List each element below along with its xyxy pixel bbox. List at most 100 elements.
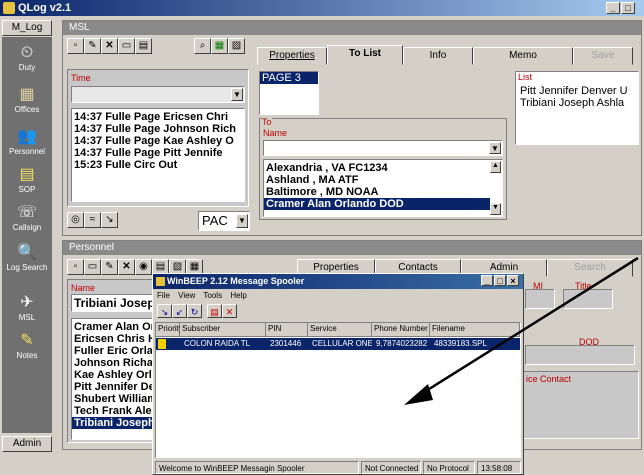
personnel-item[interactable]: Fuller Eric Orla bbox=[72, 345, 154, 357]
dod-field[interactable] bbox=[525, 345, 635, 365]
col-priority[interactable]: Priority bbox=[156, 323, 183, 337]
list-item[interactable]: Tribiani Joseph Ashla bbox=[518, 97, 638, 109]
to-name-item[interactable]: Ashland , MA ATF bbox=[264, 174, 502, 186]
to-name-item[interactable]: Cramer Alan Orlando DOD bbox=[264, 198, 490, 210]
pac-select[interactable]: PAC ▼ bbox=[198, 211, 250, 231]
to-name-list[interactable]: Alexandria , VA FC1234 Ashland , MA ATF … bbox=[263, 159, 503, 217]
personnel-name-input[interactable]: Tribiani Joseph bbox=[71, 294, 162, 312]
winbeep-minimize-button[interactable]: _ bbox=[481, 275, 493, 286]
log-back-button[interactable]: ◎ bbox=[67, 212, 84, 228]
log-row[interactable]: 14:37 Fulle Page Johnson Rich bbox=[72, 123, 244, 135]
menu-file[interactable]: File bbox=[157, 291, 170, 300]
personnel-item[interactable]: Shubert William bbox=[72, 393, 154, 405]
list-item[interactable]: Pitt Jennifer Denver U bbox=[518, 85, 638, 97]
tab-memo[interactable]: Memo bbox=[473, 47, 573, 65]
log-list[interactable]: 14:37 Fulle Page Ericsen Chri 14:37 Full… bbox=[71, 108, 245, 202]
winbeep-maximize-button[interactable]: □ bbox=[494, 275, 506, 286]
print-button[interactable]: ▦ bbox=[211, 38, 228, 54]
new-doc-button[interactable]: ▫ bbox=[67, 38, 84, 54]
tab-save[interactable]: Save bbox=[573, 47, 633, 65]
nav-item-notes[interactable]: ✎ Notes bbox=[2, 331, 52, 360]
cell-subscriber: COLON RAIDA TL bbox=[184, 339, 251, 348]
menu-help[interactable]: Help bbox=[230, 291, 246, 300]
edit-button[interactable]: ✎ bbox=[84, 38, 101, 54]
to-list-scroll-down[interactable]: ▼ bbox=[490, 203, 501, 215]
to-name-input[interactable]: ▼ bbox=[263, 140, 503, 156]
refresh-button[interactable]: ↻ bbox=[187, 304, 202, 318]
tab-label: Info bbox=[429, 50, 447, 61]
tab-properties[interactable]: Properties bbox=[257, 47, 327, 65]
edit-button[interactable]: ✎ bbox=[101, 259, 118, 275]
col-filename[interactable]: Filename bbox=[430, 323, 520, 337]
spool-row[interactable]: COLON RAIDA TL 2301446 CELLULAR ONE 9,78… bbox=[156, 338, 520, 350]
export-button[interactable]: ▧ bbox=[228, 38, 245, 54]
personnel-item[interactable]: Johnson Richa bbox=[72, 357, 154, 369]
page-item[interactable]: PAGE 3 bbox=[260, 72, 318, 84]
time-panel: Time ▼ 14:37 Fulle Page Ericsen Chri 14:… bbox=[67, 69, 249, 207]
send-button[interactable]: ↘ bbox=[157, 304, 172, 318]
col-subscriber[interactable]: Subscriber bbox=[180, 323, 266, 337]
open-button[interactable]: ▭ bbox=[84, 259, 101, 275]
to-name-item[interactable]: Alexandria , VA FC1234 bbox=[264, 162, 502, 174]
log-sort-button[interactable]: ≈ bbox=[84, 212, 101, 228]
maximize-button[interactable]: □ bbox=[621, 2, 635, 14]
menu-tools[interactable]: Tools bbox=[203, 291, 222, 300]
to-name-item[interactable]: Baltimore , MD NOAA bbox=[264, 186, 502, 198]
nav-item-msl[interactable]: ✈ MSL bbox=[2, 293, 52, 322]
search-button[interactable]: ⌕ bbox=[194, 38, 211, 54]
log-row[interactable]: 14:37 Fulle Page Pitt Jennife bbox=[72, 147, 244, 159]
log-row[interactable]: 15:23 Fulle Circ Out bbox=[72, 159, 244, 171]
time-dropdown-arrow[interactable]: ▼ bbox=[231, 88, 243, 101]
name-label: Name bbox=[263, 128, 288, 138]
paste-button[interactable]: ▤ bbox=[135, 38, 152, 54]
to-name-arrow[interactable]: ▼ bbox=[489, 142, 501, 154]
col-phone[interactable]: Phone Number bbox=[372, 323, 430, 337]
list-panel[interactable]: List Pitt Jennifer Denver U Tribiani Jos… bbox=[515, 71, 639, 145]
receive-button[interactable]: ↙ bbox=[172, 304, 187, 318]
nav-item-duty[interactable]: ⏲ Duty bbox=[2, 43, 52, 72]
personnel-item[interactable]: Cramer Alan Or bbox=[72, 321, 154, 333]
personnel-item[interactable]: Tribiani Joseph bbox=[72, 417, 154, 429]
personnel-name-list[interactable]: Cramer Alan Or Ericsen Chris H Fuller Er… bbox=[71, 318, 155, 440]
pac-dropdown-arrow[interactable]: ▼ bbox=[236, 214, 248, 228]
title-field[interactable] bbox=[563, 289, 613, 309]
tab-search[interactable]: Search bbox=[547, 259, 633, 277]
time-dropdown[interactable]: ▼ bbox=[71, 86, 245, 103]
queue-button[interactable]: ▤ bbox=[207, 304, 222, 318]
personnel-item[interactable]: Tech Frank Ale bbox=[72, 405, 154, 417]
delete-button[interactable]: ✕ bbox=[118, 259, 135, 275]
personnel-item[interactable]: Pitt Jennifer De bbox=[72, 381, 154, 393]
binoculars-button[interactable]: ◉ bbox=[135, 259, 152, 275]
admin-button[interactable]: Admin bbox=[2, 436, 52, 452]
tab-info[interactable]: Info bbox=[403, 47, 473, 65]
nav-tab[interactable]: M_Log bbox=[2, 20, 52, 36]
personnel-item[interactable]: Kae Ashley Orla bbox=[72, 369, 154, 381]
winbeep-close-button[interactable]: × bbox=[507, 275, 519, 286]
log-row[interactable]: 14:37 Fulle Page Kae Ashley O bbox=[72, 135, 244, 147]
tab-label: Search bbox=[574, 262, 606, 273]
new-doc-button[interactable]: ▫ bbox=[67, 259, 84, 275]
nav-label: Duty bbox=[18, 63, 36, 72]
page-list[interactable]: PAGE 3 bbox=[259, 71, 319, 115]
col-service[interactable]: Service bbox=[308, 323, 372, 337]
nav-item-sop[interactable]: ▤ SOP bbox=[2, 165, 52, 194]
tab-to-list[interactable]: To List bbox=[327, 45, 403, 65]
status-welcome: Welcome to WinBEEP Messagin Spooler bbox=[155, 461, 359, 474]
nav-item-personnel[interactable]: 👥 Personnel bbox=[2, 127, 52, 156]
minimize-button[interactable]: _ bbox=[606, 2, 620, 14]
to-list-scroll-up[interactable]: ▲ bbox=[490, 161, 501, 173]
log-row[interactable]: 14:37 Fulle Page Ericsen Chri bbox=[72, 111, 244, 123]
delete-button[interactable]: ✕ bbox=[101, 38, 118, 54]
nav-item-log-search[interactable]: 🔍 Log Search bbox=[2, 243, 52, 272]
col-pin[interactable]: PIN bbox=[266, 323, 308, 337]
nav-item-offices[interactable]: ▦ Offices bbox=[2, 85, 52, 114]
mi-field[interactable] bbox=[525, 289, 555, 309]
menu-view[interactable]: View bbox=[178, 291, 195, 300]
delete-queue-button[interactable]: ✕ bbox=[222, 304, 237, 318]
log-goto-button[interactable]: ↘ bbox=[101, 212, 118, 228]
copy-button[interactable]: ▭ bbox=[118, 38, 135, 54]
nav-item-callsign[interactable]: ☏ Callsign bbox=[2, 203, 52, 232]
personnel-item[interactable]: Ericsen Chris H bbox=[72, 333, 154, 345]
tab-label: Contacts bbox=[398, 262, 438, 273]
nav-label: Callsign bbox=[12, 223, 42, 232]
